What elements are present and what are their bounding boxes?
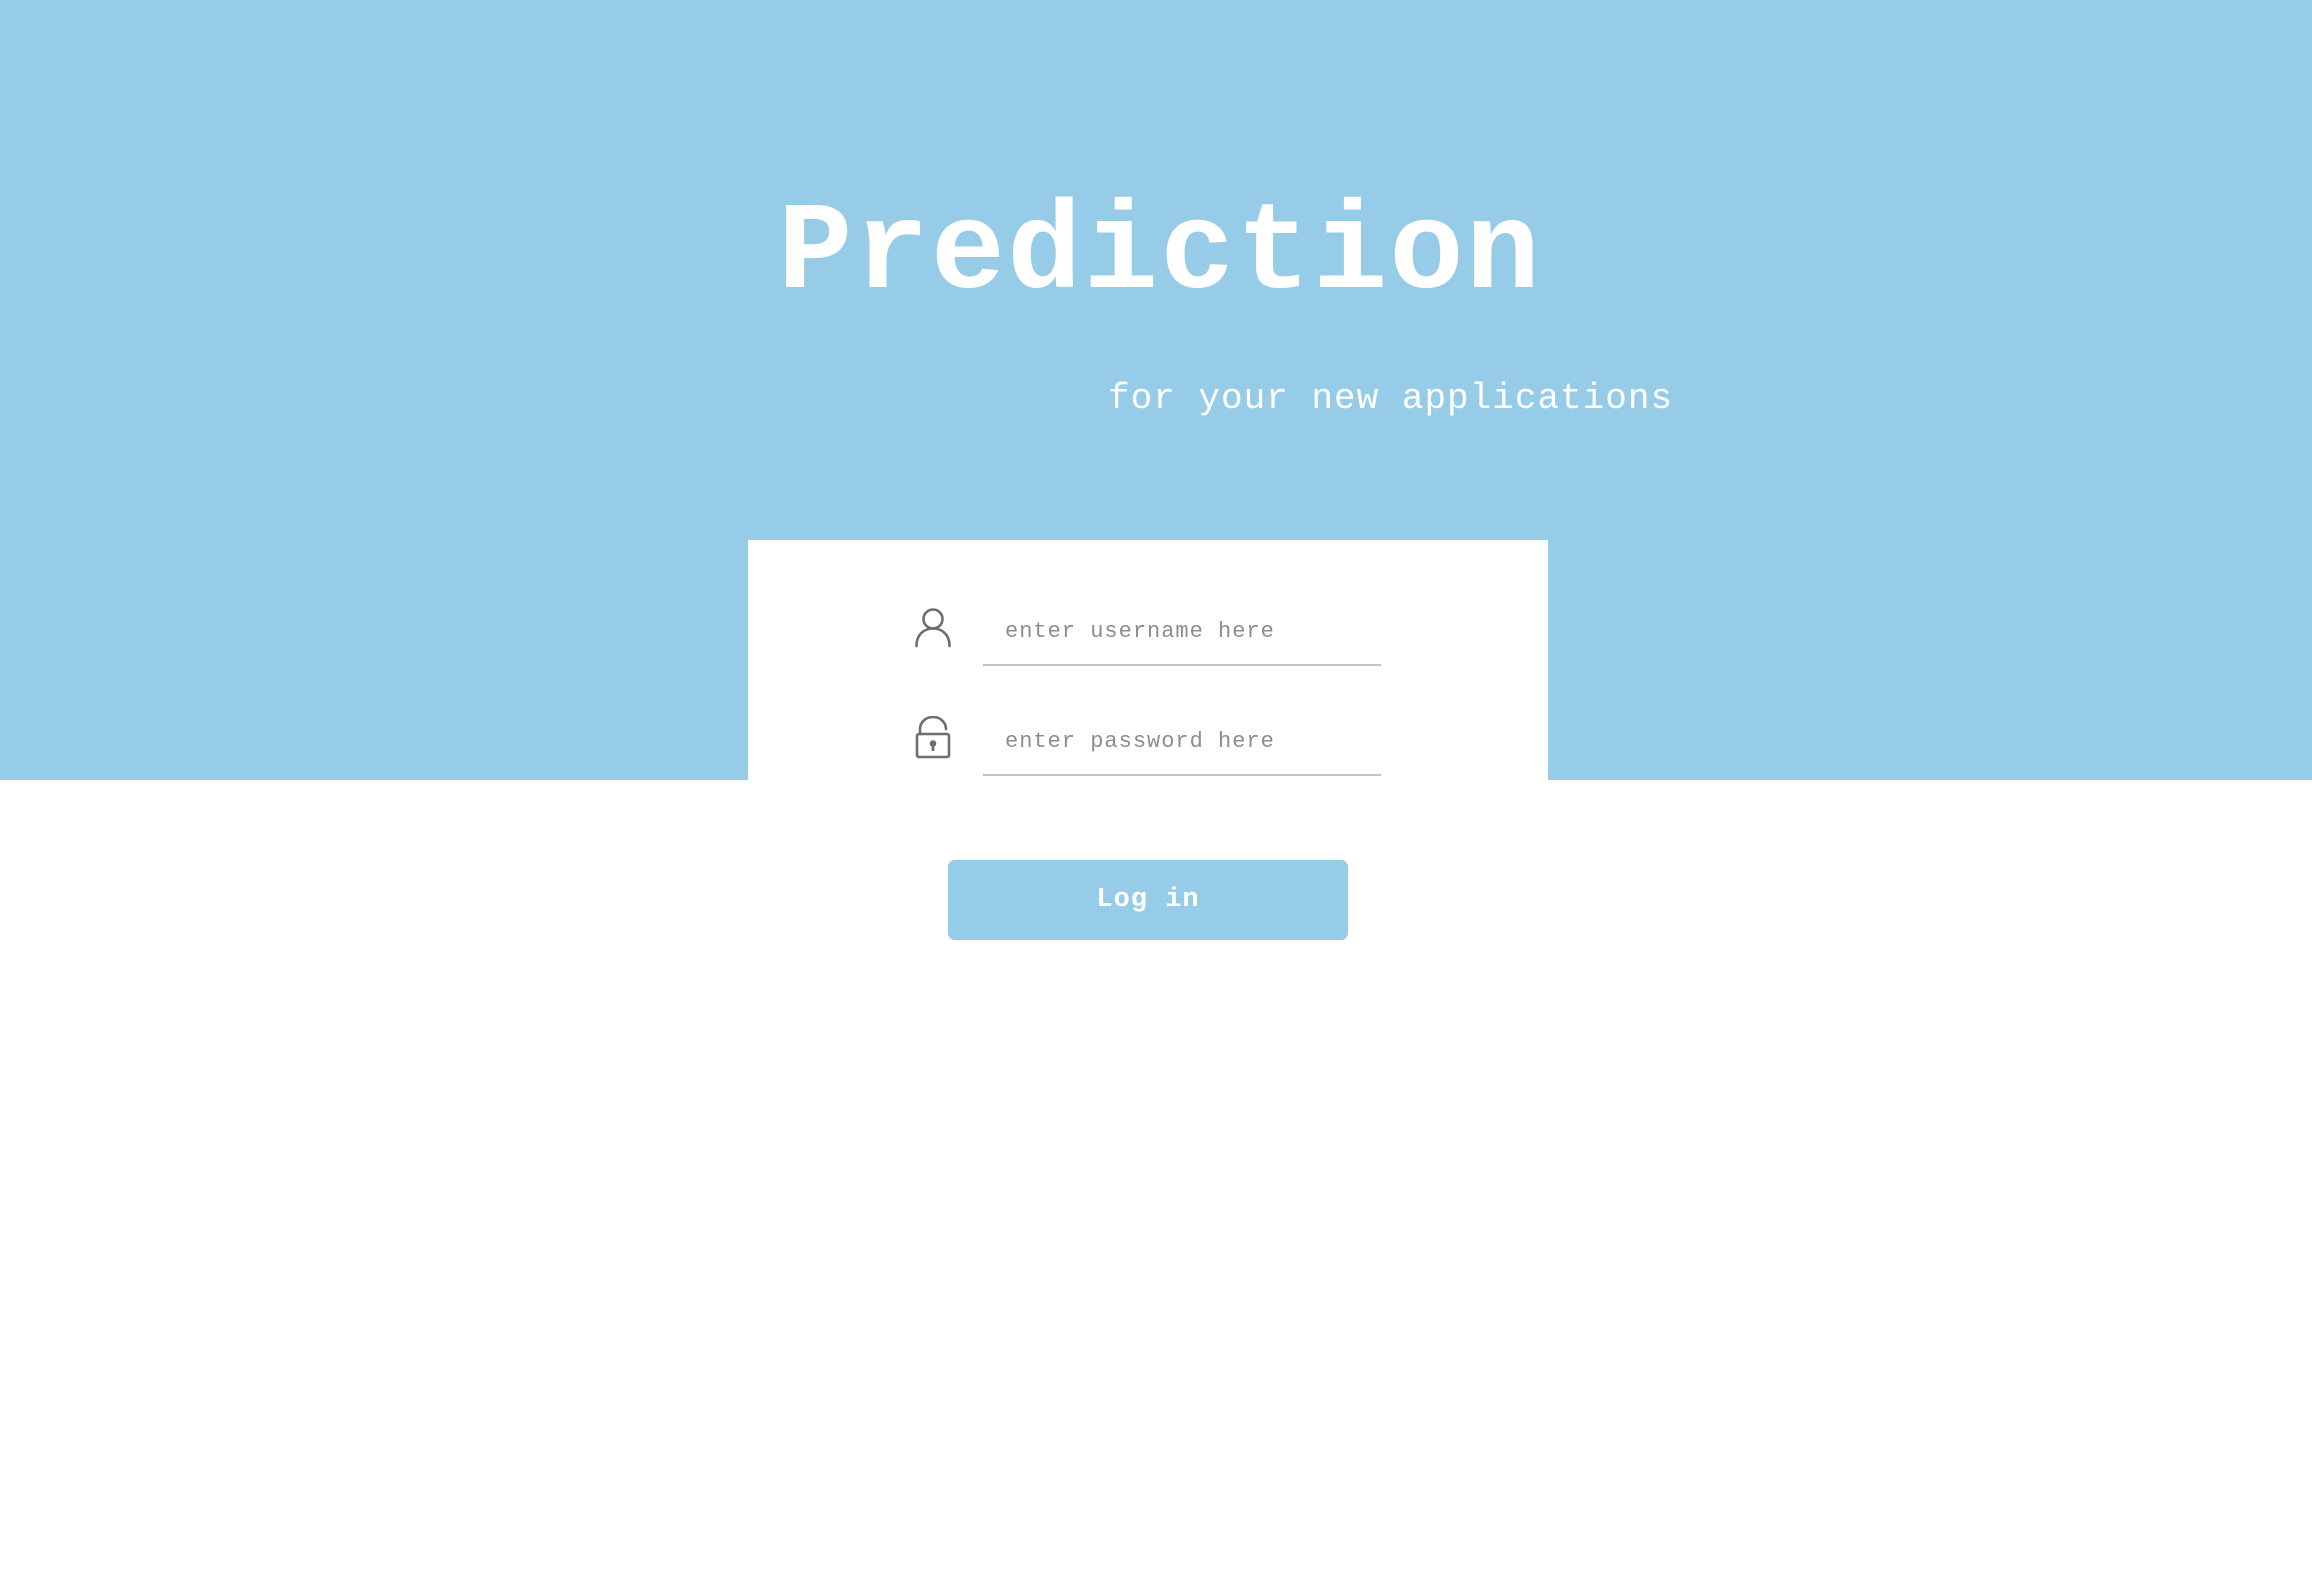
user-icon [913,606,953,650]
password-row [913,708,1393,778]
page-title: Prediction [777,185,1543,325]
username-input[interactable] [983,598,1381,666]
password-input[interactable] [983,708,1381,776]
page-subtitle: for your new applications [1108,378,1674,419]
unlocked-padlock-icon [913,715,953,760]
login-button[interactable]: Log in [948,860,1348,940]
username-row [913,598,1393,668]
